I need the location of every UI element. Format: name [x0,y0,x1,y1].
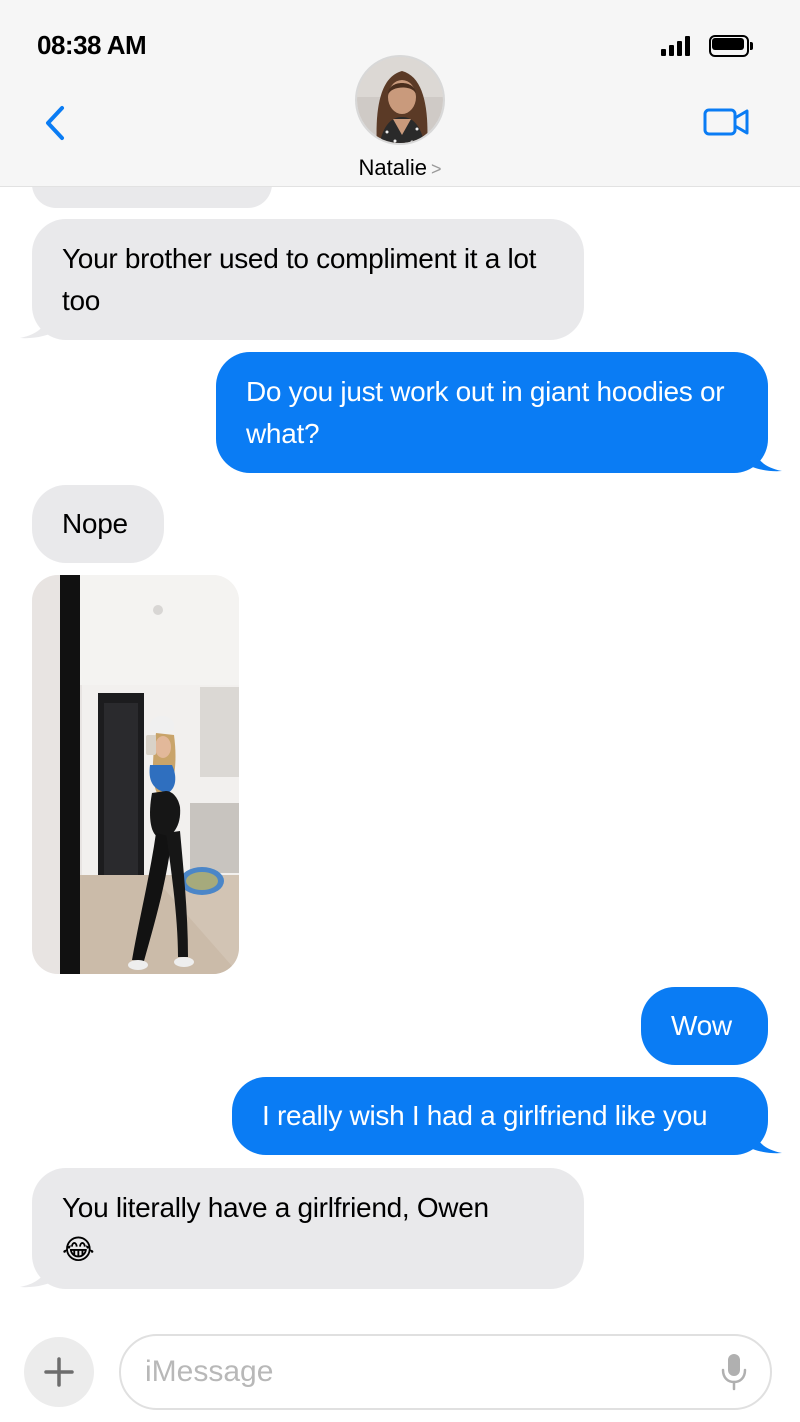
contact-name-button[interactable]: Natalie > [300,155,500,181]
contact-avatar[interactable] [355,55,445,145]
message-text: Nope [62,508,128,539]
photo-message[interactable] [32,575,239,974]
video-camera-icon [703,108,749,136]
message-bubble-outgoing[interactable]: Wow [641,987,768,1065]
message-bubble-outgoing[interactable]: I really wish I had a girlfriend like yo… [232,1077,768,1155]
message-text: You literally have a girlfriend, Owen [62,1191,489,1223]
back-button[interactable] [38,102,74,144]
message-input-container[interactable] [119,1334,772,1410]
message-input[interactable] [145,1336,705,1408]
message-text: Your brother used to compliment it a lot… [62,242,537,316]
bubble-tail [20,310,58,339]
message-bubble-outgoing[interactable]: Do you just work out in giant hoodies or… [216,352,768,473]
microphone-icon [721,1354,747,1391]
chevron-left-icon [46,106,64,140]
plus-icon [44,1357,74,1387]
add-attachment-button[interactable] [24,1337,94,1407]
message-text: Do you just work out in giant hoodies or… [246,375,725,449]
dictation-button[interactable] [717,1352,751,1392]
message-text: Wow [671,1010,732,1041]
laughing-emoji: 😂 [62,1233,95,1265]
contact-name: Natalie [358,155,427,180]
conversation-header: 08:38 AM Natalie > [0,0,800,187]
video-call-button[interactable] [702,104,752,140]
message-bubble-incoming[interactable]: Your brother used to compliment it a lot… [32,219,584,340]
status-time: 08:38 AM [37,30,147,60]
bubble-tail [744,1125,782,1154]
cellular-signal-icon [661,36,691,56]
bubble-tail [20,1259,58,1288]
message-text: I really wish I had a girlfriend like yo… [262,1100,708,1131]
chevron-right-icon: > [430,159,442,179]
message-bubble-incoming[interactable]: You literally have a girlfriend, Owen 😂 [32,1168,584,1289]
bubble-tail [744,443,782,472]
battery-icon [709,35,753,57]
message-bubble-incoming[interactable]: Nope [32,485,164,563]
